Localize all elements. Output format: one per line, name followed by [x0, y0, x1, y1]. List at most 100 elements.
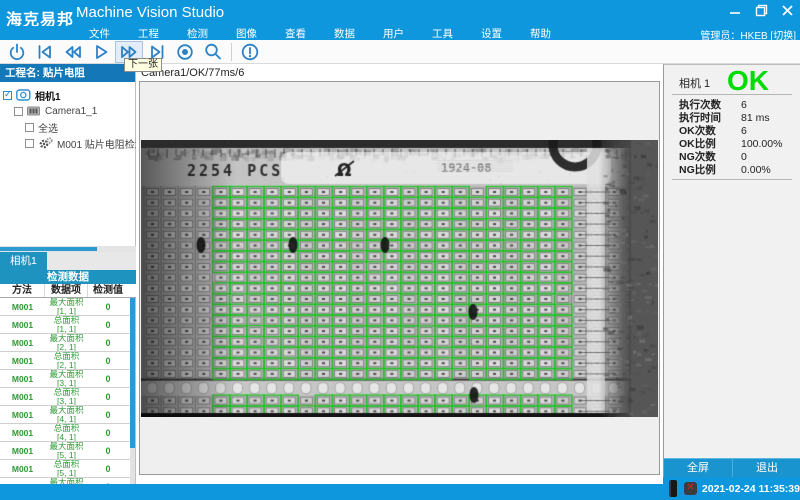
- menu-item-4[interactable]: 图像: [222, 26, 271, 41]
- cell-method: M001: [0, 302, 45, 312]
- record-button[interactable]: [171, 41, 199, 63]
- camera-photo[interactable]: [141, 140, 658, 417]
- detection-table-header: 方法 数据项 检测值: [0, 284, 136, 298]
- cell-method: M001: [0, 410, 45, 420]
- fast-backward-icon: [62, 41, 84, 63]
- line-camera-icon: [27, 106, 41, 116]
- cell-method: M001: [0, 374, 45, 384]
- stat-value: 6: [741, 125, 747, 137]
- menu-item-2[interactable]: 工程: [124, 26, 173, 41]
- stats-camera-label: 相机 1: [679, 75, 710, 91]
- menu-item-1[interactable]: 文件: [75, 26, 124, 41]
- menu-item-7[interactable]: 用户: [369, 26, 418, 41]
- cell-value: 0: [88, 428, 128, 438]
- cell-value: 0: [88, 374, 128, 384]
- table-row[interactable]: M001 总面积[3, 1] 0: [0, 388, 131, 406]
- tree-item-1[interactable]: 相机1: [3, 88, 61, 102]
- tree-item-label: 全选: [38, 120, 58, 135]
- cell-item: 最大面积[2, 1]: [45, 334, 88, 351]
- vertical-scrollbar[interactable]: [130, 298, 135, 484]
- col-item: 数据项: [45, 284, 88, 297]
- divider: [672, 179, 792, 180]
- cell-value: 0: [88, 338, 128, 348]
- gears-icon: [38, 137, 53, 149]
- cell-method: M001: [0, 446, 45, 456]
- cell-item: 总面积[5, 1]: [45, 460, 88, 477]
- table-row[interactable]: M001 总面积[2, 1] 0: [0, 352, 131, 370]
- cell-item: 最大面积[5, 1]: [45, 442, 88, 459]
- cell-value: 0: [88, 320, 128, 330]
- project-tree: 相机1Camera1_1全选M001 贴片电阻检测: [0, 82, 135, 246]
- menu-item-3[interactable]: 检测: [173, 26, 222, 41]
- menu-item-6[interactable]: 数据: [320, 26, 369, 41]
- statistics-panel: 相机 1 OK 执行次数 6执行时间 81 msOK次数 6OK比例 100.0…: [663, 64, 800, 477]
- info-button[interactable]: [236, 41, 264, 63]
- cell-item: 总面积[3, 1]: [45, 388, 88, 405]
- checkbox-unchecked[interactable]: [25, 123, 34, 132]
- cell-method: M001: [0, 320, 45, 330]
- table-row[interactable]: M001 总面积[5, 1] 0: [0, 460, 131, 478]
- menu-item-10[interactable]: 帮助: [516, 26, 565, 41]
- menu-item-5[interactable]: 查看: [271, 26, 320, 41]
- restore-icon[interactable]: [752, 2, 770, 18]
- titlebar: 海克易邦 Machine Vision Studio: [0, 0, 800, 26]
- tree-item-label: Camera1_1: [45, 106, 97, 117]
- fullscreen-button[interactable]: 全屏: [664, 459, 733, 477]
- table-row[interactable]: M001 最大面积[4, 1] 0: [0, 406, 131, 424]
- tree-item-4[interactable]: M001 贴片电阻检测: [25, 136, 145, 150]
- table-row[interactable]: M001 最大面积[5, 1] 0: [0, 442, 131, 460]
- checkbox-unchecked[interactable]: [25, 139, 34, 148]
- fast-backward-button[interactable]: [59, 41, 87, 63]
- divider: [672, 94, 792, 95]
- timestamp: 2021-02-24 11:35:39: [702, 483, 800, 495]
- cell-value: 0: [88, 302, 128, 312]
- tree-item-label: 相机1: [35, 88, 61, 103]
- table-row[interactable]: M001 总面积[4, 1] 0: [0, 424, 131, 442]
- table-row[interactable]: M001 最大面积[1, 1] 0: [0, 298, 131, 316]
- camera-icon: [16, 89, 31, 101]
- table-row[interactable]: M001 总面积[1, 1] 0: [0, 316, 131, 334]
- cell-value: 0: [88, 464, 128, 474]
- stat-value: 0: [741, 151, 747, 163]
- cell-item: 最大面积[4, 1]: [45, 406, 88, 423]
- app-title: Machine Vision Studio: [76, 4, 224, 21]
- checkbox-unchecked[interactable]: [14, 107, 23, 116]
- stat-value: 0.00%: [741, 164, 771, 176]
- table-row[interactable]: M001 最大面积[3, 1] 0: [0, 370, 131, 388]
- menu-item-8[interactable]: 工具: [418, 26, 467, 41]
- record-icon: [174, 41, 196, 63]
- cell-value: 0: [88, 410, 128, 420]
- skip-first-icon: [34, 41, 56, 63]
- menubar: 文件工程检测图像查看数据用户工具设置帮助 管理员：HKEB [切换]: [0, 26, 800, 40]
- table-row[interactable]: M001 最大面积[2, 1] 0: [0, 334, 131, 352]
- image-canvas-box: [139, 81, 660, 475]
- zoom-button[interactable]: [199, 41, 227, 63]
- cell-item: 总面积[1, 1]: [45, 316, 88, 333]
- close-icon[interactable]: [778, 2, 796, 18]
- cell-value: 0: [88, 446, 128, 456]
- cell-method: M001: [0, 464, 45, 474]
- tab-camera1[interactable]: 相机1: [0, 252, 47, 270]
- cell-item: 最大面积[1, 1]: [45, 298, 88, 315]
- cell-value: 0: [88, 392, 128, 402]
- tree-item-3[interactable]: 全选: [25, 120, 58, 134]
- exit-button[interactable]: 退出: [733, 459, 800, 477]
- play-button[interactable]: [87, 41, 115, 63]
- power-icon: [6, 41, 28, 63]
- minimize-icon[interactable]: [726, 2, 744, 18]
- menu-item-9[interactable]: 设置: [467, 26, 516, 41]
- project-panel: 工程名: 贴片电阻 相机1Camera1_1全选M001 贴片电阻检测 相机1 …: [0, 64, 136, 484]
- cell-item: 总面积[2, 1]: [45, 352, 88, 369]
- statusbar-right: ✕ 2021-02-24 11:35:39: [663, 477, 800, 500]
- cell-item: 最大面积[3, 1]: [45, 370, 88, 387]
- stats-list: 执行次数 6执行时间 81 msOK次数 6OK比例 100.00%NG次数 0…: [679, 98, 794, 176]
- play-icon: [90, 41, 112, 63]
- stat-value: 6: [741, 99, 747, 111]
- tree-item-2[interactable]: Camera1_1: [14, 104, 97, 118]
- checkbox-checked[interactable]: [3, 91, 12, 100]
- info-icon: [239, 41, 261, 63]
- power-button[interactable]: [3, 41, 31, 63]
- skip-first-button[interactable]: [31, 41, 59, 63]
- device-status-icon: [669, 480, 677, 497]
- stat-row: NG比例 0.00%: [679, 163, 794, 176]
